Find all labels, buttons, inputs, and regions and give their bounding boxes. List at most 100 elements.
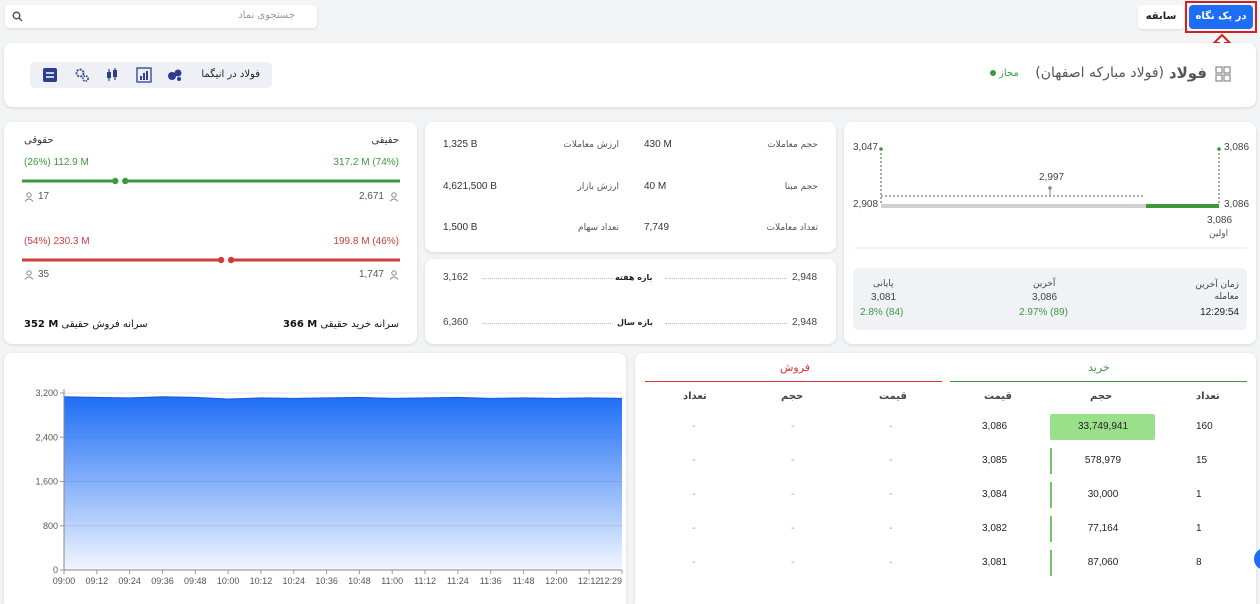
stat-value-base: 40 M [644,181,667,192]
user-icon [24,270,34,280]
search-input[interactable]: جستجوی نماد [238,10,295,21]
col-count-sell: تعداد [683,391,707,402]
real-label-right: حقیقی [371,135,399,146]
settings-icon[interactable] [74,67,90,83]
user-icon [24,192,34,202]
sell-flow-real-handle [227,256,235,264]
header-card: فولاد (فولاد مبارکه اصفهان) مجاز فولاد د… [4,43,1256,107]
buy-legal-value: (26%) 112.9 M [24,157,89,168]
bar-chart-icon[interactable] [136,67,152,83]
tab-history[interactable]: سابقه [1138,5,1184,29]
first-value: 3,086 [1207,215,1233,226]
year-dots-left [483,323,613,324]
legal-label-left: حقوقی [24,135,54,146]
week-dots-right [665,278,787,279]
sell-legal-count: 35 [38,269,50,280]
col-volume-sell: حجم [781,391,804,402]
stat-label-mcap: ارزش بازار [577,182,619,192]
x-tick-label: 11:00 [381,576,403,586]
x-tick-label: 09:36 [151,576,174,586]
orderbook-row[interactable]: 8 87,060 3,081 - - - [635,550,1256,576]
stat-value-value: 1,325 B [443,139,478,150]
search-icon [12,11,23,22]
buy-price: 3,086 [982,421,1008,432]
stat-value-trades: 7,749 [644,222,670,233]
sell-count: - [692,557,696,568]
per-capita-sell-value: 352 M [24,319,59,330]
stat-value-volume: 430 M [644,139,672,150]
buy-flow-legal-segment [22,179,116,183]
per-capita-buy-label: سرانه خرید حقیقی [320,319,399,330]
status-dot [990,70,996,76]
tab-glance-label: در یک نگاه [1195,11,1247,22]
insights-link[interactable]: فولاد در انیگما [201,69,260,80]
logo-icon[interactable] [42,67,58,83]
search-box[interactable]: جستجوی نماد [5,5,317,28]
stat-value-mcap: 4,621,500 B [443,181,497,192]
grid-icon [1215,66,1231,82]
buy-count: 8 [1196,557,1202,568]
x-tick-label: 11:24 [447,576,469,586]
y-tick-label: 3,200 [35,388,58,398]
last-label: آخرین [1033,279,1056,289]
price-area [64,396,622,570]
tab-glance[interactable]: در یک نگاه [1189,5,1253,29]
last-trade-time: 12:29:54 [1200,307,1239,318]
stat-label-volume: حجم معاملات [767,140,818,150]
x-tick-label: 10:12 [250,576,273,586]
close-change: 2.8% (84) [860,307,904,318]
close-value: 3,081 [871,292,897,303]
y-tick-label: 2,400 [35,432,58,442]
close-label: پایانی [873,279,894,289]
candlestick-icon[interactable] [104,67,120,83]
range-left: 2,908 [853,199,879,210]
last-value: 3,086 [1032,292,1058,303]
intraday-chart: 0 800 1,600 2,400 3,200 09:00 09:12 09:24 09:36 0… [35,388,623,586]
sell-volume: - [791,557,795,568]
user-icon [389,270,399,280]
sell-divider [645,381,942,382]
buy-volume: 87,060 [1087,557,1119,568]
year-label: بازه سال [617,318,653,327]
sell-count: - [692,455,696,466]
col-volume-buy: حجم [1090,391,1113,402]
buy-price: 3,085 [982,455,1008,466]
user-icon [389,192,399,202]
col-price-sell: قیمت [879,391,907,402]
orderbook-row[interactable]: 160 33,749,941 3,086 - - - [635,414,1256,440]
stats-card: حجم معاملات 430 M ارزش معاملات 1,325 B ح… [425,122,836,252]
buy-title: خرید [1088,361,1110,374]
stat-value-shares: 1,500 B [443,222,478,233]
buy-flow-real-segment [125,179,400,183]
orderbook-row[interactable]: 15 578,979 3,085 - - - [635,448,1256,474]
symbol-title: فولاد [1168,64,1207,82]
last-change: 2.97% (89) [1019,307,1068,318]
range-top-right: 3,086 [1224,142,1250,153]
volume-bar [1050,516,1052,542]
x-tick-label: 12:12 [578,576,601,586]
stat-label-trades: تعداد معاملات [766,223,818,233]
orderbook-row[interactable]: 1 30,000 3,084 - - - [635,482,1256,508]
y-tick-label: 800 [43,521,58,531]
x-tick-label: 12:00 [545,576,568,586]
x-tick-label: 10:36 [315,576,338,586]
ranges-card: 3,162 بازه هفته 2,948 6,360 بازه سال 2,9… [425,259,836,344]
orderbook-row[interactable]: 1 77,164 3,082 - - - [635,516,1256,542]
y-tick-label: 1,600 [35,477,58,487]
price-range-graphic [854,147,1246,249]
sell-flow-bar [22,256,400,264]
x-tick-label: 09:00 [53,576,76,586]
tab-history-label: سابقه [1145,11,1177,22]
volume-bar [1050,448,1052,474]
sell-price: - [889,523,893,534]
pie-chart-icon[interactable] [167,67,183,83]
week-dots-left [483,278,613,279]
buy-volume: 77,164 [1087,523,1119,534]
buy-flow-legal-handle [112,177,119,185]
year-dots-right [665,323,787,324]
per-capita-sell-label: سرانه فروش حقیقی [61,319,148,330]
company-name: (فولاد مبارکه اصفهان) [1035,65,1164,81]
x-tick-label: 09:12 [86,576,109,586]
sell-volume: - [791,421,795,432]
y-tick-label: 0 [53,565,58,575]
